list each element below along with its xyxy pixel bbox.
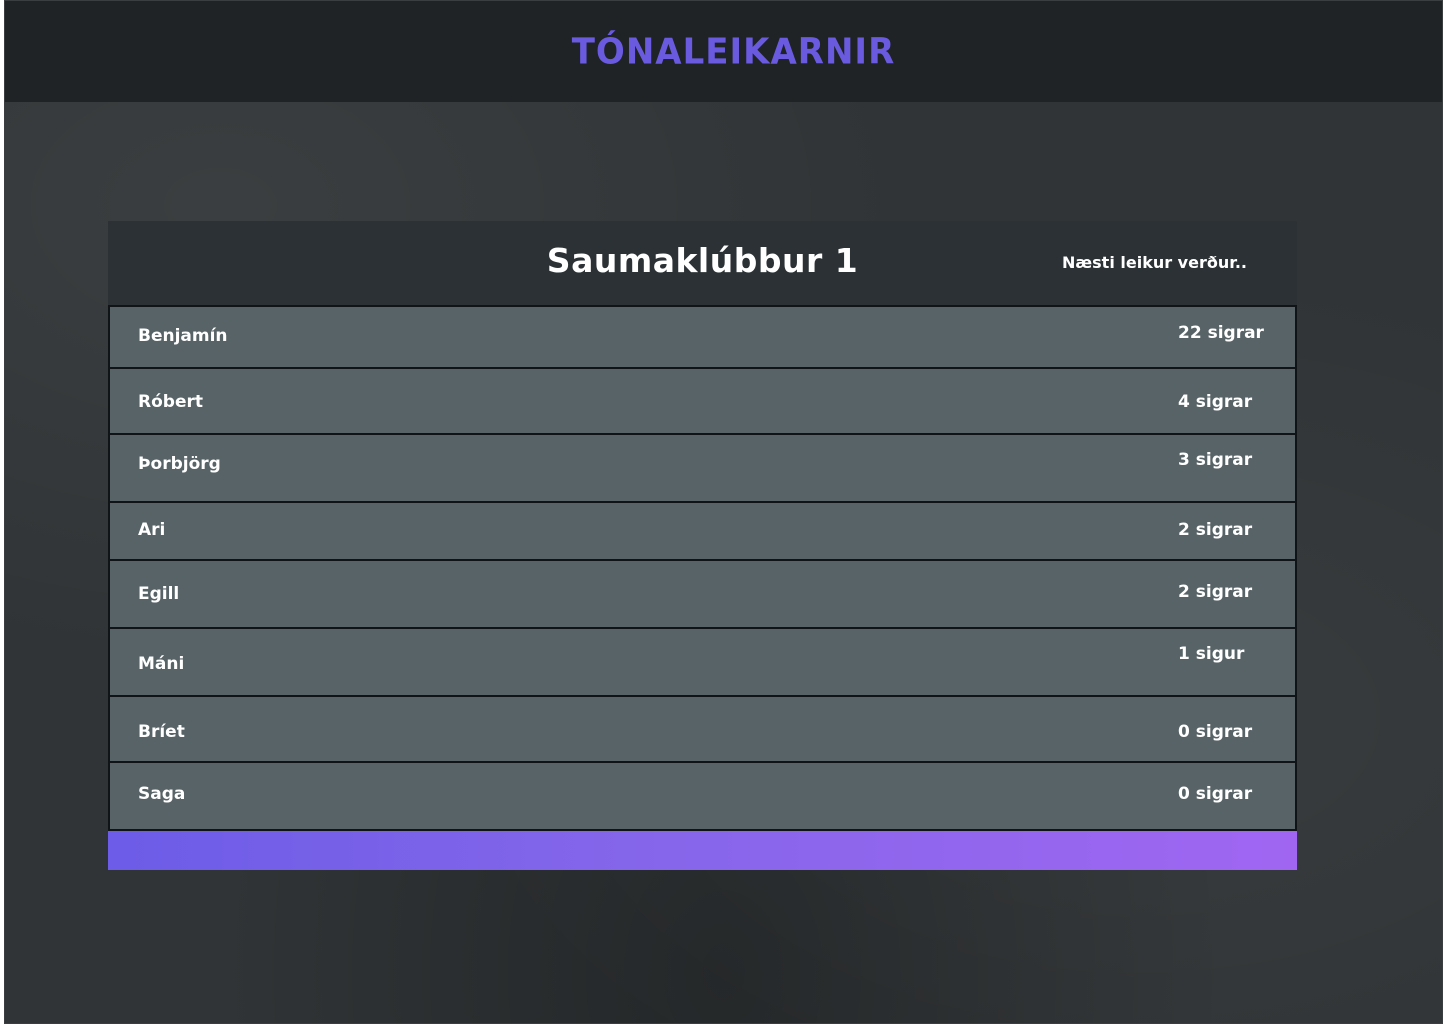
next-game-button[interactable]: Næsti leikur verður.. — [1062, 253, 1247, 272]
player-row: Róbert 4 sigrar — [110, 369, 1295, 435]
site-title[interactable]: TÓNALEIKARNIR — [572, 31, 896, 73]
leaderboard-footer-bar — [108, 831, 1297, 870]
player-wins: 0 sigrar — [1178, 722, 1253, 742]
player-row: Saga 0 sigrar — [110, 763, 1295, 831]
player-name: Máni — [138, 654, 185, 674]
player-wins: 22 sigrar — [1178, 323, 1264, 343]
player-row: Benjamín 22 sigrar — [110, 307, 1295, 369]
player-row: Þorbjörg 3 sigrar — [110, 435, 1295, 503]
player-row: Máni 1 sigur — [110, 629, 1295, 697]
player-name: Þorbjörg — [138, 454, 221, 474]
player-wins: 1 sigur — [1178, 644, 1245, 664]
player-row: Egill 2 sigrar — [110, 561, 1295, 629]
player-row: Ari 2 sigrar — [110, 503, 1295, 561]
player-name: Bríet — [138, 722, 185, 742]
player-wins: 4 sigrar — [1178, 392, 1253, 412]
player-row: Bríet 0 sigrar — [110, 697, 1295, 763]
player-wins: 2 sigrar — [1178, 520, 1253, 540]
player-name: Saga — [138, 784, 186, 804]
player-wins: 3 sigrar — [1178, 450, 1253, 470]
site-header: TÓNALEIKARNIR — [5, 1, 1442, 102]
player-name: Benjamín — [138, 326, 228, 346]
player-name: Egill — [138, 584, 180, 604]
leaderboard-header: Saumaklúbbur 1 Næsti leikur verður.. — [108, 221, 1297, 305]
player-wins: 0 sigrar — [1178, 784, 1253, 804]
player-list: Benjamín 22 sigrar Róbert 4 sigrar Þorbj… — [108, 305, 1297, 831]
player-wins: 2 sigrar — [1178, 582, 1253, 602]
player-name: Ari — [138, 520, 166, 540]
leaderboard-card: Saumaklúbbur 1 Næsti leikur verður.. Ben… — [108, 221, 1297, 870]
page-frame: TÓNALEIKARNIR Saumaklúbbur 1 Næsti leiku… — [4, 0, 1443, 1024]
player-name: Róbert — [138, 392, 203, 412]
